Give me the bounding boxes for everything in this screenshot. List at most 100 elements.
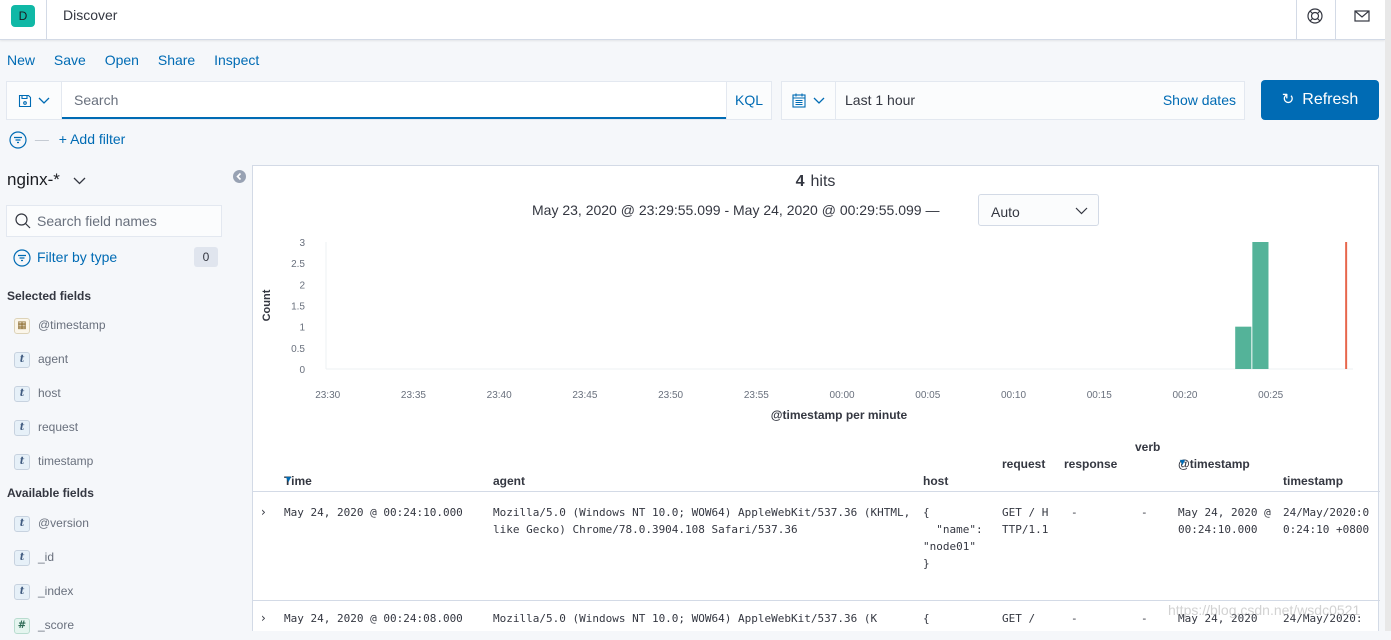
field-name: _index <box>38 584 74 599</box>
x-tick-label: 00:25 <box>1258 390 1283 401</box>
refresh-label: Refresh <box>1302 91 1359 108</box>
filter-divider: — <box>34 131 49 147</box>
quick-select-button[interactable] <box>782 82 836 119</box>
hits-label: hits <box>810 173 836 190</box>
page-title: Discover <box>63 7 118 23</box>
histogram-chart: 0 0.5 1 1.5 2 2.5 3 23:30 23:35 23:40 23:45 23:50 2… <box>261 238 1353 422</box>
search-icon <box>15 213 31 229</box>
column-label: @timestamp <box>1178 457 1250 471</box>
search-input[interactable] <box>62 82 729 119</box>
column-header-agent[interactable]: agent <box>493 474 525 488</box>
chevron-down-icon <box>38 97 50 104</box>
refresh-icon: ↻ <box>1281 91 1295 108</box>
field-sidebar: nginx-* Filter by type 0 Selected fields… <box>0 160 240 634</box>
field-name: _score <box>38 618 75 633</box>
sort-down-icon[interactable]: ▼ <box>1178 457 1187 467</box>
top-header: D Discover <box>0 0 1385 40</box>
string-type-icon: t <box>14 550 30 566</box>
field-name: _id <box>38 550 55 565</box>
divider <box>46 0 47 40</box>
filter-by-type-button[interactable]: Filter by type <box>13 249 117 267</box>
table-header: Time ▼ agent host request response verb … <box>253 434 1380 492</box>
refresh-button[interactable]: ↻ Refresh <box>1261 80 1379 120</box>
show-dates-link[interactable]: Show dates <box>1163 92 1236 108</box>
histogram-bar[interactable] <box>1235 326 1252 369</box>
menu-inspect[interactable]: Inspect <box>214 52 259 68</box>
time-picker: Last 1 hour Show dates <box>781 81 1245 120</box>
app-logo[interactable]: D <box>11 5 35 27</box>
string-type-icon: t <box>14 516 30 532</box>
cell-timestamp: 24/May/2020:00:24:10 +0800 <box>1283 506 1370 536</box>
string-type-icon: t <box>14 454 30 470</box>
chevron-down-icon <box>73 177 86 185</box>
menu-open[interactable]: Open <box>105 52 139 68</box>
field-item[interactable]: t @version <box>14 516 89 536</box>
date-type-icon: ▦ <box>14 318 30 334</box>
selected-fields-heading: Selected fields <box>7 289 92 303</box>
y-tick-label: 2 <box>299 280 305 291</box>
string-type-icon: t <box>14 420 30 436</box>
field-item[interactable]: t request <box>14 420 78 440</box>
interval-select[interactable]: Auto <box>978 194 1099 226</box>
sort-down-icon[interactable]: ▼ <box>284 474 293 484</box>
string-type-icon: t <box>14 386 30 402</box>
index-pattern-name: nginx-* <box>7 170 60 189</box>
y-tick-label: 1.5 <box>291 302 305 313</box>
column-header-request[interactable]: request <box>1002 457 1045 471</box>
chevron-down-icon <box>813 97 825 104</box>
menu-new[interactable]: New <box>7 52 35 68</box>
number-type-icon: # <box>14 618 30 634</box>
column-header-timestamp[interactable]: timestamp <box>1283 474 1343 488</box>
menu-save[interactable]: Save <box>54 52 86 68</box>
field-item[interactable]: t host <box>14 386 61 406</box>
results-panel: 4 hits May 23, 2020 @ 23:29:55.099 - May … <box>252 165 1380 631</box>
add-filter-link[interactable]: + Add filter <box>59 131 126 147</box>
field-search-input[interactable] <box>37 206 217 236</box>
column-header-verb[interactable]: verb <box>1135 440 1160 454</box>
watermark: https://blog.csdn.net/wsdc0521 <box>1168 602 1361 618</box>
hits-count: 4 <box>795 173 805 190</box>
time-range-value[interactable]: Last 1 hour <box>845 92 915 108</box>
field-name: host <box>38 386 61 401</box>
cell-host: { "name": "node01" } <box>923 506 983 570</box>
collapse-sidebar-button[interactable] <box>233 170 246 183</box>
menu-share[interactable]: Share <box>158 52 195 68</box>
x-tick-label: 23:40 <box>487 390 512 401</box>
x-tick-label: 23:55 <box>744 390 769 401</box>
field-name: agent <box>38 352 69 367</box>
cell-response: - <box>1071 506 1078 519</box>
field-name: timestamp <box>38 454 94 469</box>
field-item[interactable]: t _index <box>14 584 73 604</box>
saved-query-button[interactable] <box>7 82 62 119</box>
divider <box>1335 0 1336 40</box>
index-pattern-selector[interactable]: nginx-* <box>7 170 86 190</box>
histogram-bar[interactable] <box>1252 242 1269 369</box>
field-search-box <box>6 205 222 237</box>
filter-options-icon[interactable] <box>9 131 27 149</box>
field-item[interactable]: t _id <box>14 550 54 570</box>
mail-icon[interactable] <box>1353 7 1371 25</box>
cell-request: GET / HTTP/1.1 <box>1002 506 1049 536</box>
chevron-down-icon <box>1075 207 1088 215</box>
filter-count-badge: 0 <box>194 247 218 267</box>
kql-toggle-button[interactable]: KQL <box>726 82 771 119</box>
field-item[interactable]: t agent <box>14 352 68 372</box>
field-name: @version <box>38 516 89 531</box>
field-item[interactable]: ▦ @timestamp <box>14 318 106 338</box>
y-tick-label: 3 <box>299 238 305 249</box>
expand-row-icon[interactable]: › <box>261 610 266 627</box>
filter-bar: — + Add filter <box>9 131 125 149</box>
expand-row-icon[interactable]: › <box>261 504 266 521</box>
x-tick-label: 23:45 <box>572 390 597 401</box>
help-icon[interactable] <box>1306 7 1324 25</box>
y-tick-label: 0.5 <box>291 344 305 355</box>
field-item[interactable]: # _score <box>14 618 74 638</box>
page-scrollbar[interactable] <box>1385 0 1391 631</box>
cell-time: May 24, 2020 @ 00:24:10.000 <box>284 506 463 519</box>
chevron-left-icon <box>236 172 242 181</box>
cell-time: May 24, 2020 @ 00:24:08.000 <box>284 612 463 625</box>
y-tick-label: 2.5 <box>291 259 305 270</box>
field-item[interactable]: t timestamp <box>14 454 93 474</box>
column-header-host[interactable]: host <box>923 474 948 488</box>
column-header-response[interactable]: response <box>1064 457 1117 471</box>
